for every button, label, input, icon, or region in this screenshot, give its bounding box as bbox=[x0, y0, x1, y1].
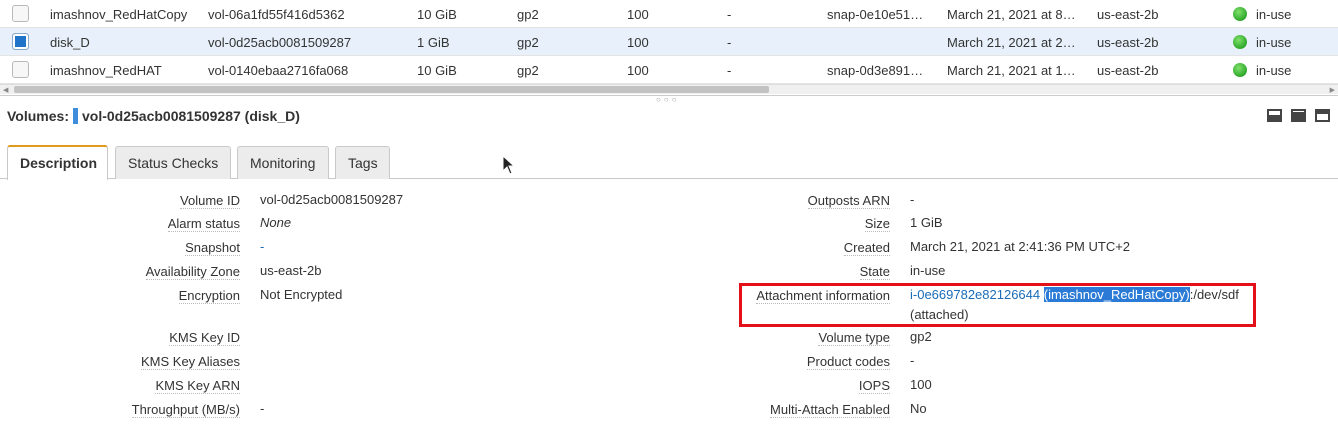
layout-maximize-icon[interactable] bbox=[1315, 109, 1330, 122]
prop-value-volume-type: gp2 bbox=[910, 329, 932, 344]
prop-value-alarm-status: None bbox=[260, 215, 292, 230]
volume-name: disk_D bbox=[50, 35, 90, 50]
volume-name: imashnov_RedHAT bbox=[50, 63, 162, 78]
table-row[interactable]: imashnov_RedHatCopy vol-06a1fd55f416d536… bbox=[0, 0, 1338, 28]
tab-monitoring[interactable]: Monitoring bbox=[237, 146, 329, 179]
row-checkbox[interactable] bbox=[12, 61, 29, 78]
prop-label-volume-type: Volume type bbox=[818, 330, 890, 346]
status-dot-icon bbox=[1233, 63, 1247, 77]
volume-state: in-use bbox=[1256, 63, 1292, 78]
prop-label-availability-zone: Availability Zone bbox=[145, 264, 240, 280]
volume-zone: us-east-2b bbox=[1097, 63, 1159, 78]
tab-tags[interactable]: Tags bbox=[335, 146, 390, 179]
volume-id: vol-0d25acb0081509287 bbox=[208, 35, 352, 50]
volume-snapshot: snap-0d3e891… bbox=[827, 63, 924, 78]
prop-value-iops: 100 bbox=[910, 377, 932, 392]
pane-splitter[interactable]: ○○○ bbox=[0, 95, 1338, 104]
details-title: Volumes: vol-0d25acb0081509287 (disk_D) bbox=[7, 108, 300, 124]
volume-throughput: - bbox=[727, 7, 732, 22]
volume-size: 1 GiB bbox=[417, 35, 450, 50]
volume-snapshot: snap-0e10e51… bbox=[827, 7, 924, 22]
volume-zone: us-east-2b bbox=[1097, 35, 1159, 50]
volume-created: March 21, 2021 at 2… bbox=[947, 35, 1076, 50]
prop-value-throughput: - bbox=[260, 401, 265, 416]
layout-bottom-icon[interactable] bbox=[1267, 109, 1282, 122]
prop-value-state: in-use bbox=[910, 263, 946, 278]
details-title-value: vol-0d25acb0081509287 (disk_D) bbox=[81, 108, 300, 124]
prop-value-volume-id: vol-0d25acb0081509287 bbox=[260, 192, 404, 207]
volume-type: gp2 bbox=[517, 63, 539, 78]
prop-label-alarm-status: Alarm status bbox=[167, 216, 240, 232]
status-dot-icon bbox=[1233, 35, 1247, 49]
volume-id: vol-06a1fd55f416d5362 bbox=[208, 7, 345, 22]
prop-value-multi-attach: No bbox=[910, 401, 927, 416]
prop-label-encryption: Encryption bbox=[178, 288, 240, 304]
prop-label-kms-key-arn: KMS Key ARN bbox=[155, 378, 240, 394]
volume-size: 10 GiB bbox=[417, 63, 457, 78]
scroll-left-icon[interactable]: ◀ bbox=[3, 86, 8, 94]
prop-value-size: 1 GiB bbox=[910, 215, 943, 230]
prop-value-outposts-arn: - bbox=[910, 192, 915, 207]
prop-value-product-codes: - bbox=[910, 353, 915, 368]
volume-type: gp2 bbox=[517, 7, 539, 22]
prop-label-state: State bbox=[859, 264, 890, 280]
prop-label-multi-attach: Multi-Attach Enabled bbox=[770, 402, 890, 418]
prop-label-created: Created bbox=[843, 240, 890, 256]
table-row-selected[interactable]: disk_D vol-0d25acb0081509287 1 GiB gp2 1… bbox=[0, 28, 1338, 56]
drag-handle-icon[interactable]: ○○○ bbox=[656, 95, 680, 104]
layout-split-icon[interactable] bbox=[1291, 109, 1306, 122]
volume-id: vol-0140ebaa2716fa068 bbox=[208, 63, 349, 78]
highlight-box bbox=[739, 283, 1256, 327]
prop-label-snapshot: Snapshot bbox=[185, 240, 240, 256]
volume-type: gp2 bbox=[517, 35, 539, 50]
row-checkbox[interactable] bbox=[12, 33, 29, 50]
volume-created: March 21, 2021 at 8… bbox=[947, 7, 1076, 22]
prop-label-iops: IOPS bbox=[858, 378, 890, 394]
scroll-right-icon[interactable]: ▶ bbox=[1330, 86, 1335, 94]
volume-zone: us-east-2b bbox=[1097, 7, 1159, 22]
tab-description[interactable]: Description bbox=[7, 145, 108, 180]
volume-throughput: - bbox=[727, 63, 732, 78]
details-accent-bar bbox=[72, 108, 78, 124]
volume-created: March 21, 2021 at 1… bbox=[947, 63, 1076, 78]
prop-label-kms-key-id: KMS Key ID bbox=[169, 330, 240, 346]
row-checkbox[interactable] bbox=[12, 5, 29, 22]
horizontal-scrollbar[interactable]: ◀ ▶ bbox=[0, 84, 1338, 94]
details-tabs: Description Status Checks Monitoring Tag… bbox=[0, 145, 1338, 180]
prop-value-snapshot[interactable]: - bbox=[260, 239, 264, 254]
volume-state: in-use bbox=[1256, 7, 1292, 22]
prop-value-availability-zone: us-east-2b bbox=[260, 263, 322, 278]
prop-value-encryption: Not Encrypted bbox=[260, 287, 343, 302]
status-dot-icon bbox=[1233, 7, 1247, 21]
prop-label-volume-id: Volume ID bbox=[180, 193, 240, 209]
details-title-prefix: Volumes: bbox=[7, 108, 69, 124]
volume-state: in-use bbox=[1256, 35, 1292, 50]
volume-iops: 100 bbox=[627, 35, 649, 50]
prop-value-created: March 21, 2021 at 2:41:36 PM UTC+2 bbox=[910, 239, 1131, 254]
table-row[interactable]: imashnov_RedHAT vol-0140ebaa2716fa068 10… bbox=[0, 56, 1338, 84]
prop-label-outposts-arn: Outposts ARN bbox=[807, 193, 890, 209]
volume-name: imashnov_RedHatCopy bbox=[50, 7, 188, 22]
prop-label-throughput: Throughput (MB/s) bbox=[131, 402, 240, 418]
volume-size: 10 GiB bbox=[417, 7, 457, 22]
volume-iops: 100 bbox=[627, 7, 649, 22]
prop-label-size: Size bbox=[864, 216, 890, 232]
prop-label-kms-key-aliases: KMS Key Aliases bbox=[141, 354, 240, 370]
prop-label-product-codes: Product codes bbox=[806, 354, 890, 370]
volume-throughput: - bbox=[727, 35, 732, 50]
mouse-pointer-icon bbox=[502, 155, 516, 175]
scrollbar-thumb[interactable] bbox=[14, 86, 769, 93]
volume-iops: 100 bbox=[627, 63, 649, 78]
tab-status-checks[interactable]: Status Checks bbox=[115, 146, 231, 179]
